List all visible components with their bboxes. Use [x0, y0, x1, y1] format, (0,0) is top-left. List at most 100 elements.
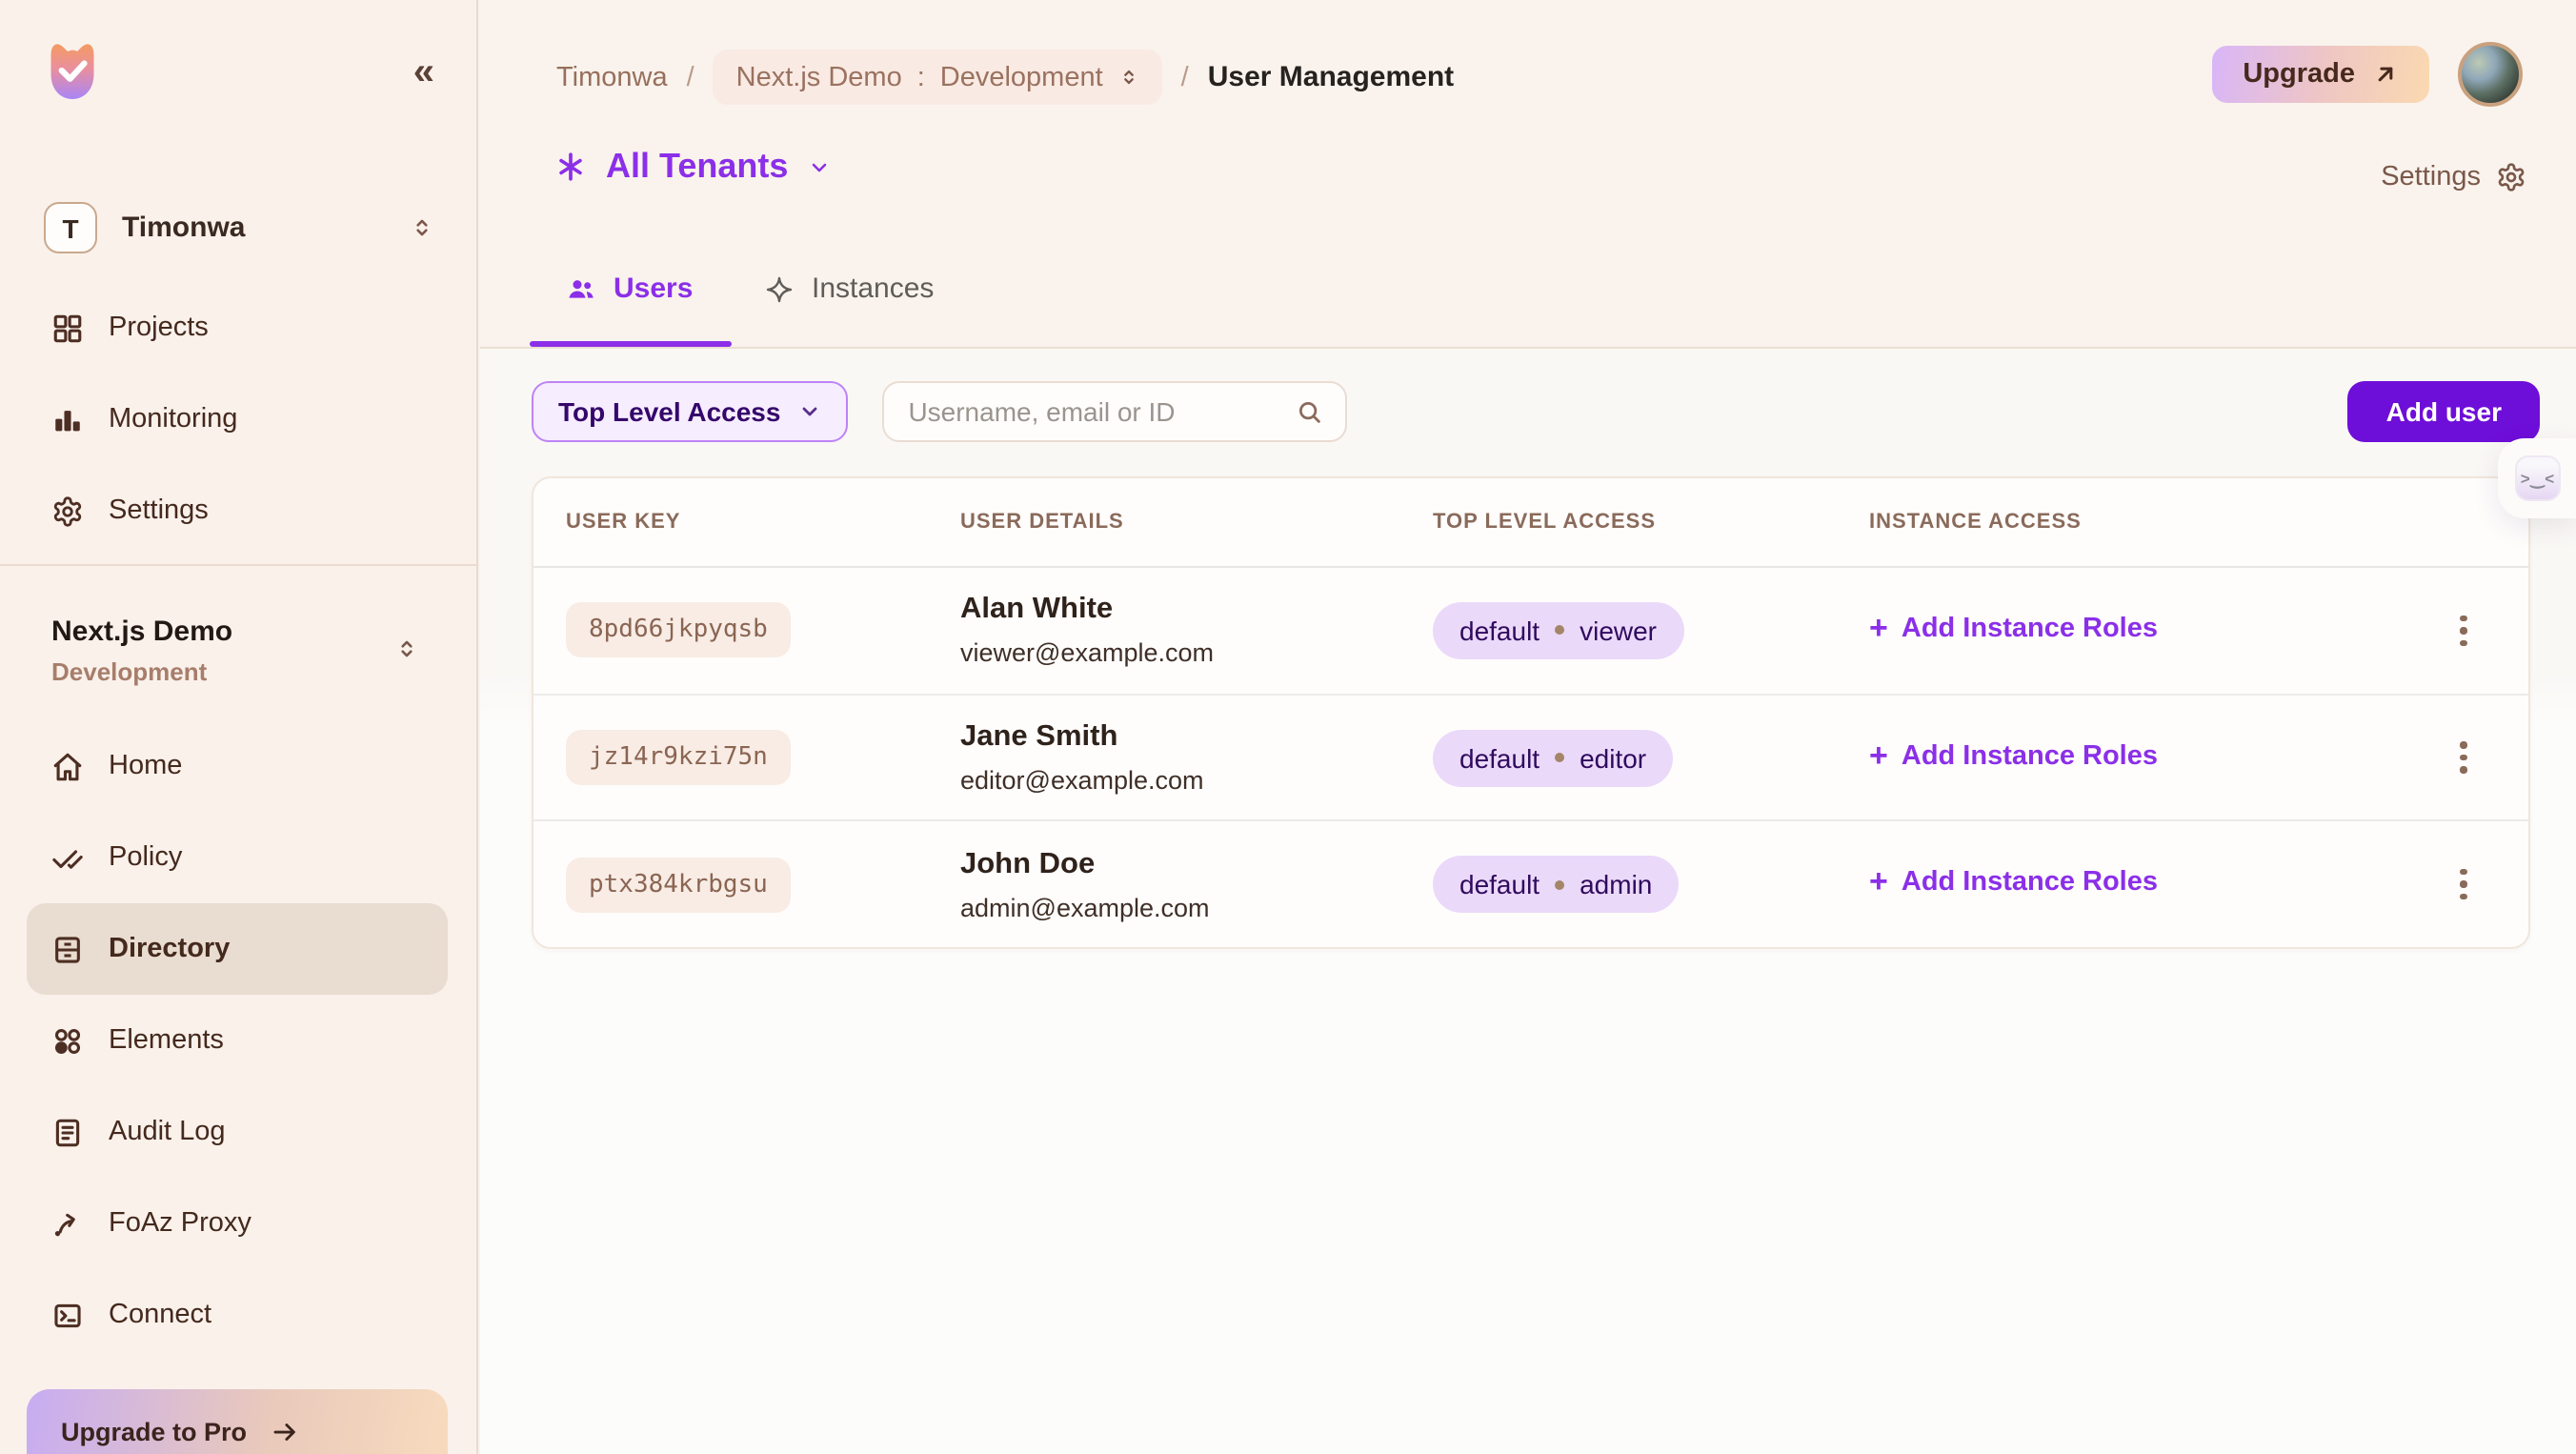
bar-chart-icon	[51, 403, 84, 435]
sidebar-collapse-icon[interactable]: «	[413, 53, 431, 91]
row-menu-kebab-icon[interactable]	[2453, 607, 2475, 654]
user-email: viewer@example.com	[960, 637, 1433, 670]
user-key-chip: ptx384krbgsu	[566, 857, 791, 912]
settings-link[interactable]: Settings	[2381, 162, 2526, 192]
upgrade-button-label: Upgrade	[2243, 59, 2355, 90]
row-menu-kebab-icon[interactable]	[2453, 735, 2475, 781]
tenant-name: default	[1459, 616, 1540, 646]
role-pill: default admin	[1433, 856, 1679, 913]
add-instance-roles-label: Add Instance Roles	[1902, 867, 2158, 898]
sidebar-item-foaz-proxy[interactable]: FoAz Proxy	[27, 1178, 448, 1269]
column-header-instance-access: INSTANCE ACCESS	[1869, 511, 2422, 534]
column-header-user-key: USER KEY	[566, 511, 960, 534]
dot-separator	[1555, 879, 1564, 889]
chevron-down-icon	[797, 400, 820, 423]
sidebar-item-connect[interactable]: Connect	[27, 1269, 448, 1361]
add-instance-roles-link[interactable]: + Add Instance Roles	[1869, 867, 2158, 898]
feedback-face-button[interactable]: >‿<	[2515, 455, 2561, 501]
breadcrumb: Timonwa / Next.js Demo : Development / U…	[556, 50, 1454, 105]
user-email: admin@example.com	[960, 891, 1433, 923]
app-screen: « T Timonwa Projects Monitoring	[0, 0, 2576, 1454]
arrow-up-right-icon	[2372, 61, 2399, 88]
document-icon	[51, 1116, 84, 1148]
breadcrumb-project: Next.js Demo	[736, 62, 902, 92]
sparkle-icon	[764, 273, 795, 304]
workspace-name: Timonwa	[122, 212, 410, 244]
search-input[interactable]	[904, 394, 1295, 429]
sidebar-item-label: Settings	[109, 495, 209, 526]
sidebar-item-home[interactable]: Home	[27, 720, 448, 812]
chevron-down-icon	[807, 155, 830, 178]
plus-icon: +	[1869, 612, 1888, 644]
row-menu-kebab-icon[interactable]	[2453, 861, 2475, 908]
users-table: USER KEY USER DETAILS TOP LEVEL ACCESS I…	[532, 476, 2530, 949]
chevron-up-down-icon	[394, 636, 419, 661]
breadcrumb-separator: /	[687, 62, 694, 92]
sidebar-item-label: Monitoring	[109, 404, 237, 434]
user-avatar[interactable]	[2458, 42, 2523, 107]
tab-label: Users	[614, 273, 693, 305]
sidebar-item-elements[interactable]: Elements	[27, 995, 448, 1086]
breadcrumb-separator: /	[1181, 62, 1189, 92]
tenant-selector-label: All Tenants	[606, 147, 788, 187]
add-user-button[interactable]: Add user	[2348, 381, 2540, 442]
upgrade-button[interactable]: Upgrade	[2212, 46, 2429, 103]
user-email: editor@example.com	[960, 764, 1433, 797]
plus-icon: +	[1869, 738, 1888, 771]
cabinet-icon	[51, 933, 84, 965]
column-header-top-level-access: TOP LEVEL ACCESS	[1433, 511, 1869, 534]
shapes-icon	[51, 1024, 84, 1057]
breadcrumb-environment: Development	[940, 62, 1103, 92]
tenant-selector[interactable]: All Tenants	[554, 147, 830, 187]
add-instance-roles-link[interactable]: + Add Instance Roles	[1869, 740, 2158, 771]
fox-logo-icon	[44, 38, 101, 103]
user-name: Jane Smith	[960, 718, 1433, 755]
toolbar: Top Level Access Add user	[532, 381, 2540, 442]
sidebar-item-policy[interactable]: Policy	[27, 812, 448, 903]
sidebar-item-label: Projects	[109, 313, 209, 343]
asterisk-icon	[554, 151, 587, 183]
user-key-chip: jz14r9kzi75n	[566, 730, 791, 785]
add-instance-roles-label: Add Instance Roles	[1902, 740, 2158, 771]
sidebar-item-projects[interactable]: Projects	[27, 282, 448, 374]
settings-label: Settings	[2381, 162, 2481, 192]
breadcrumb-page: User Management	[1208, 61, 1454, 93]
column-header-user-details: USER DETAILS	[960, 511, 1433, 534]
gear-icon	[2496, 162, 2526, 192]
tab-instances[interactable]: Instances	[764, 273, 934, 305]
sidebar-item-directory[interactable]: Directory	[27, 903, 448, 995]
gear-icon	[51, 495, 84, 527]
project-selector[interactable]: Next.js Demo Development	[51, 614, 434, 688]
tab-users[interactable]: Users	[566, 273, 693, 305]
table-row: jz14r9kzi75n Jane Smith editor@example.c…	[533, 695, 2528, 821]
upgrade-to-pro-card[interactable]: Upgrade to Pro	[27, 1389, 448, 1454]
breadcrumb-colon: :	[917, 62, 925, 92]
sidebar-logo-row: «	[44, 38, 431, 103]
main-area: Timonwa / Next.js Demo : Development / U…	[480, 0, 2576, 1454]
project-name: Next.js Demo	[51, 614, 434, 652]
workspace-selector[interactable]: T Timonwa	[44, 202, 434, 253]
sidebar-item-label: Audit Log	[109, 1117, 226, 1147]
project-environment: Development	[51, 657, 434, 688]
project-nav: Home Policy Directory Elements	[0, 720, 476, 1361]
header-actions: Upgrade	[2212, 42, 2523, 107]
workspace-initial-badge: T	[44, 202, 97, 253]
breadcrumb-workspace[interactable]: Timonwa	[556, 62, 668, 92]
sidebar-item-label: FoAz Proxy	[109, 1208, 252, 1239]
add-user-label: Add user	[2386, 396, 2502, 427]
table-row: ptx384krbgsu John Doe admin@example.com …	[533, 822, 2528, 947]
search-box	[881, 381, 1346, 442]
feedback-widget-tab: >‿<	[2498, 438, 2576, 518]
curved-arrow-icon	[51, 1207, 84, 1240]
sidebar-item-monitoring[interactable]: Monitoring	[27, 374, 448, 465]
filter-label: Top Level Access	[558, 396, 780, 427]
breadcrumb-project-env-pill[interactable]: Next.js Demo : Development	[714, 50, 1162, 105]
user-key-chip: 8pd66jkpyqsb	[566, 603, 791, 658]
sidebar-item-audit-log[interactable]: Audit Log	[27, 1086, 448, 1178]
role-pill: default editor	[1433, 729, 1673, 786]
chevron-up-down-icon	[410, 215, 434, 240]
dot-separator	[1555, 753, 1564, 762]
add-instance-roles-link[interactable]: + Add Instance Roles	[1869, 614, 2158, 644]
top-level-access-filter[interactable]: Top Level Access	[532, 381, 847, 442]
sidebar-item-settings[interactable]: Settings	[27, 465, 448, 556]
